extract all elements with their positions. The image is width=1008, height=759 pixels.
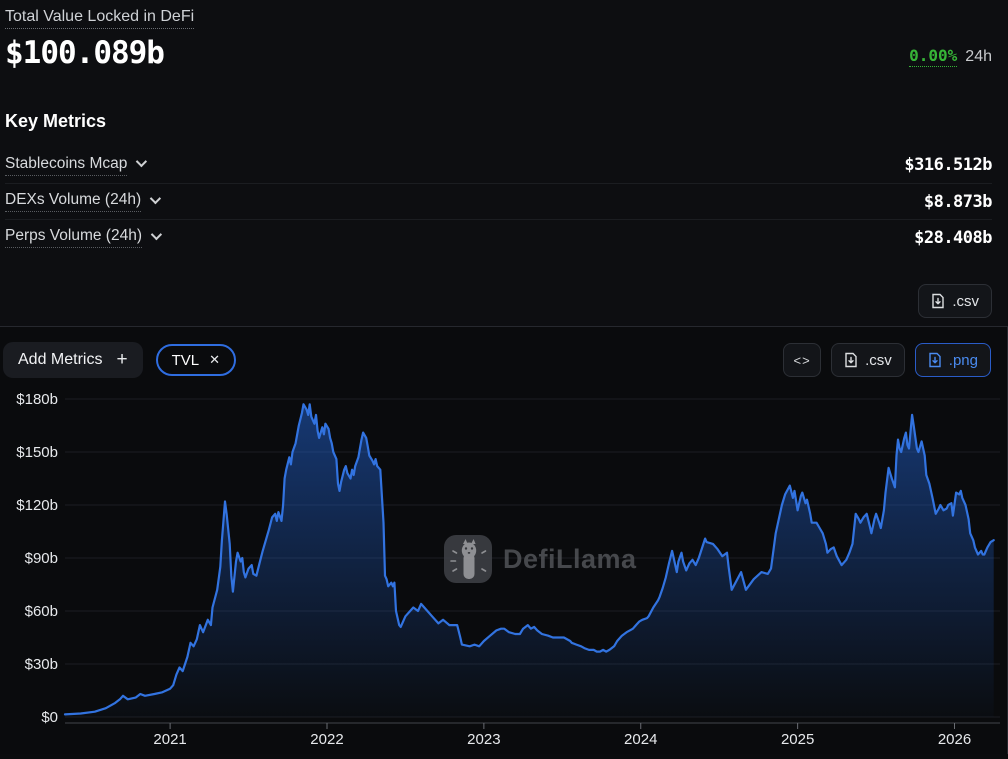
svg-text:2021: 2021 [153, 731, 186, 748]
metric-label-toggle[interactable]: DEXs Volume (24h) [5, 191, 158, 212]
embed-code-button[interactable]: <> [783, 343, 821, 377]
key-metrics-heading: Key Metrics [5, 111, 992, 132]
change-24h: 0.00% 24h [909, 46, 992, 66]
chevron-down-icon [151, 228, 162, 239]
svg-text:2026: 2026 [938, 731, 971, 748]
svg-text:2024: 2024 [624, 731, 657, 748]
metric-label: Perps Volume (24h) [5, 227, 142, 248]
add-metrics-label: Add Metrics [18, 351, 102, 369]
tvl-chart-panel: Add Metrics + TVL ✕ <> .csv [0, 327, 1008, 754]
add-metrics-button[interactable]: Add Metrics + [3, 342, 143, 378]
change-percent[interactable]: 0.00% [909, 46, 957, 67]
svg-text:2022: 2022 [310, 731, 343, 748]
png-button-label: .png [949, 352, 978, 369]
chart-download-png-button[interactable]: .png [915, 343, 991, 377]
plus-icon: + [116, 349, 127, 371]
change-window: 24h [965, 48, 992, 65]
svg-text:$150b: $150b [16, 444, 58, 461]
metric-label: DEXs Volume (24h) [5, 191, 141, 212]
svg-text:$30b: $30b [25, 656, 58, 673]
file-download-icon [844, 352, 858, 368]
metric-row-dexs-volume: DEXs Volume (24h) $8.873b [5, 183, 992, 219]
svg-text:$180b: $180b [16, 391, 58, 408]
csv-button-label: .csv [865, 352, 892, 369]
tvl-value: $100.089b [5, 35, 992, 71]
tvl-tag-label: TVL [172, 352, 200, 369]
csv-button-label: .csv [952, 293, 979, 310]
metric-value: $316.512b [904, 155, 992, 175]
tvl-area-chart[interactable]: $0 $30b $60b $90b $120b $150b $180b 2021 2022 202… [0, 327, 1008, 754]
metric-value: $8.873b [924, 192, 992, 212]
metric-row-perps-volume: Perps Volume (24h) $28.408b [5, 219, 992, 255]
metric-value: $28.408b [914, 228, 992, 248]
tvl-summary-panel: Total Value Locked in DeFi $100.089b 0.0… [0, 0, 1008, 327]
svg-text:$0: $0 [41, 709, 58, 726]
download-csv-button[interactable]: .csv [918, 284, 992, 318]
svg-text:$120b: $120b [16, 497, 58, 514]
tvl-tag-pill[interactable]: TVL ✕ [156, 344, 236, 376]
key-metrics-list: Stablecoins Mcap $316.512b DEXs Volume (… [5, 147, 992, 255]
chevron-down-icon [136, 156, 147, 167]
svg-text:$60b: $60b [25, 603, 58, 620]
file-download-icon [931, 293, 945, 309]
chevron-down-icon [150, 192, 161, 203]
svg-text:2025: 2025 [781, 731, 814, 748]
close-icon: ✕ [209, 352, 220, 368]
code-icon: <> [794, 353, 811, 368]
metric-label-toggle[interactable]: Perps Volume (24h) [5, 227, 159, 248]
svg-text:2023: 2023 [467, 731, 500, 748]
svg-text:$90b: $90b [25, 550, 58, 567]
page-title[interactable]: Total Value Locked in DeFi [5, 8, 194, 29]
metric-label-toggle[interactable]: Stablecoins Mcap [5, 155, 144, 176]
file-download-icon [928, 352, 942, 368]
metric-label: Stablecoins Mcap [5, 155, 127, 176]
metric-row-stablecoins-mcap: Stablecoins Mcap $316.512b [5, 147, 992, 183]
chart-download-csv-button[interactable]: .csv [831, 343, 905, 377]
tvl-area-fill [65, 404, 994, 717]
chart-toolbar: Add Metrics + TVL ✕ <> .csv [0, 342, 1007, 378]
